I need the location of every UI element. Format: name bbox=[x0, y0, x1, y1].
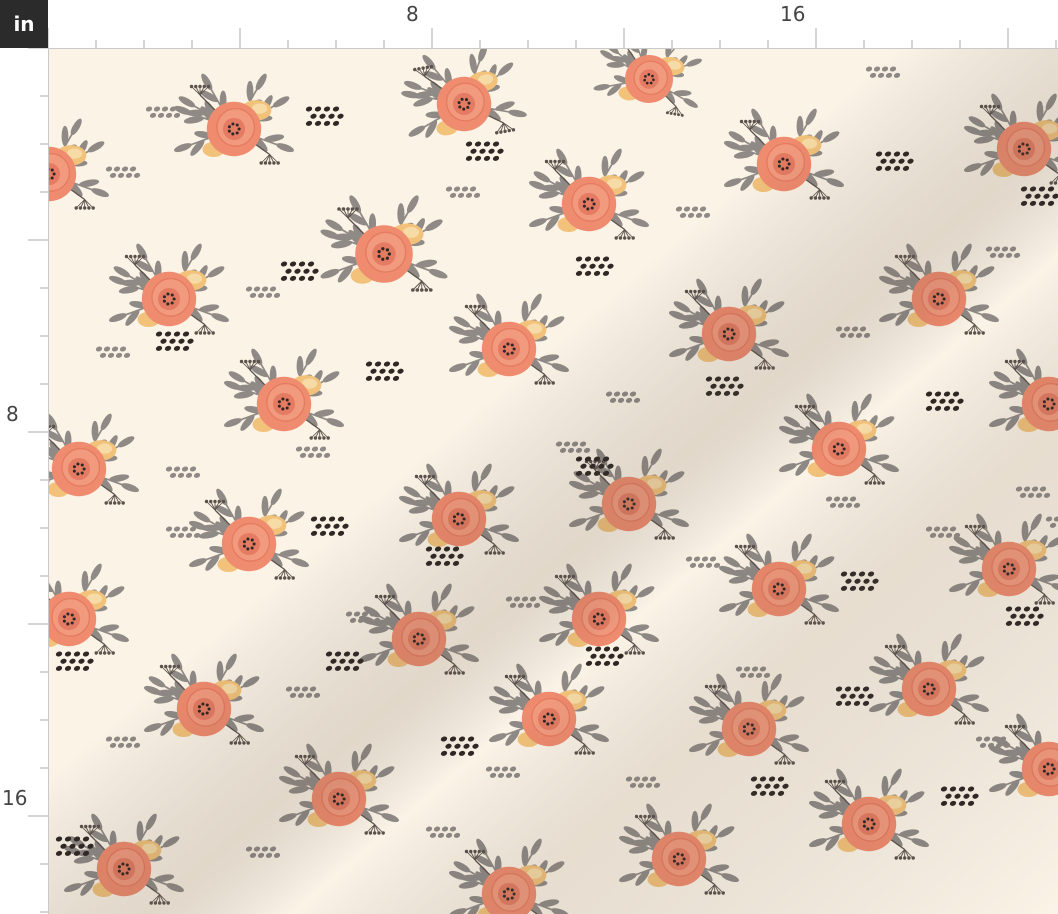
top-ruler: 8 16 bbox=[48, 0, 1058, 49]
top-ruler-label-16: 16 bbox=[780, 2, 806, 26]
unit-label: in bbox=[13, 12, 35, 36]
unit-badge: in bbox=[0, 0, 48, 48]
fabric-swatch bbox=[49, 49, 1058, 914]
left-ruler: 8 16 bbox=[0, 48, 49, 914]
top-ruler-ticks bbox=[48, 28, 1057, 48]
left-ruler-ticks bbox=[28, 48, 48, 913]
floral-pattern bbox=[49, 49, 1058, 914]
fold-shadow bbox=[49, 49, 1058, 914]
top-ruler-label-8: 8 bbox=[406, 2, 419, 26]
left-ruler-label-16: 16 bbox=[2, 786, 28, 810]
left-ruler-label-8: 8 bbox=[6, 402, 19, 426]
